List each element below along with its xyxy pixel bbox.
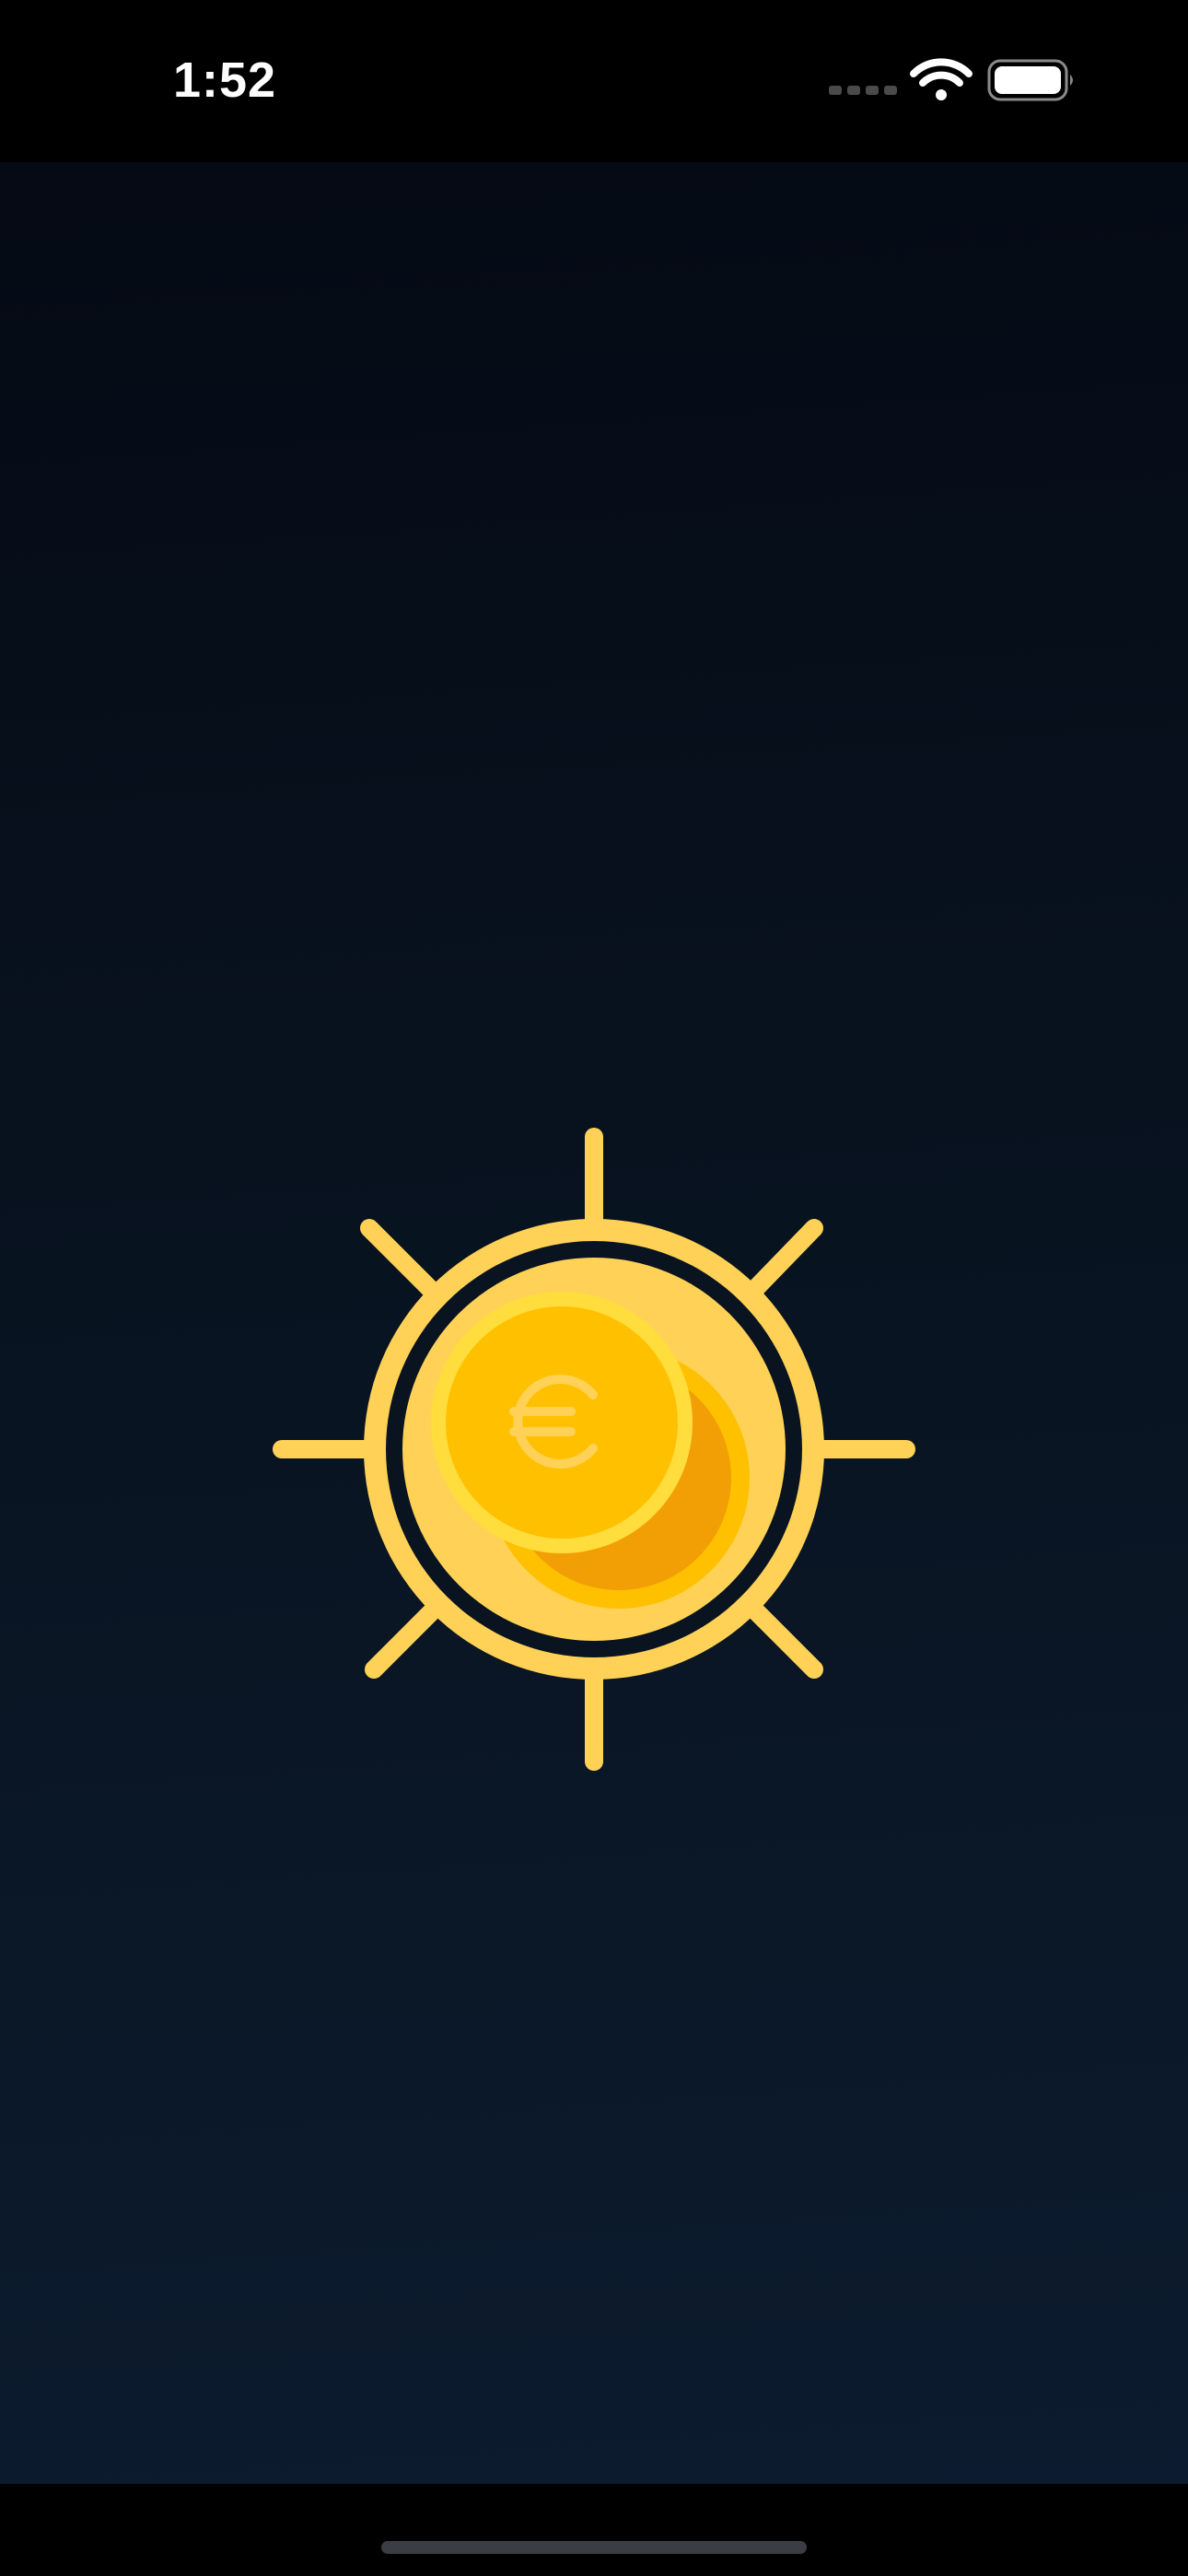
cellular-signal-icon xyxy=(829,86,897,95)
home-indicator[interactable] xyxy=(381,2541,807,2554)
bottom-bar xyxy=(0,2484,1188,2576)
splash-content xyxy=(0,162,1188,2484)
wifi-icon xyxy=(910,58,973,100)
app-screen: 1:52 xyxy=(0,0,1188,2576)
sun-coin-icon xyxy=(273,1128,915,1771)
status-bar: 1:52 xyxy=(0,0,1188,162)
status-time: 1:52 xyxy=(173,53,277,108)
status-icons-svg xyxy=(829,58,1073,101)
status-icons xyxy=(827,55,1085,105)
battery-icon xyxy=(987,59,1073,101)
front-coin-face xyxy=(446,1306,678,1539)
